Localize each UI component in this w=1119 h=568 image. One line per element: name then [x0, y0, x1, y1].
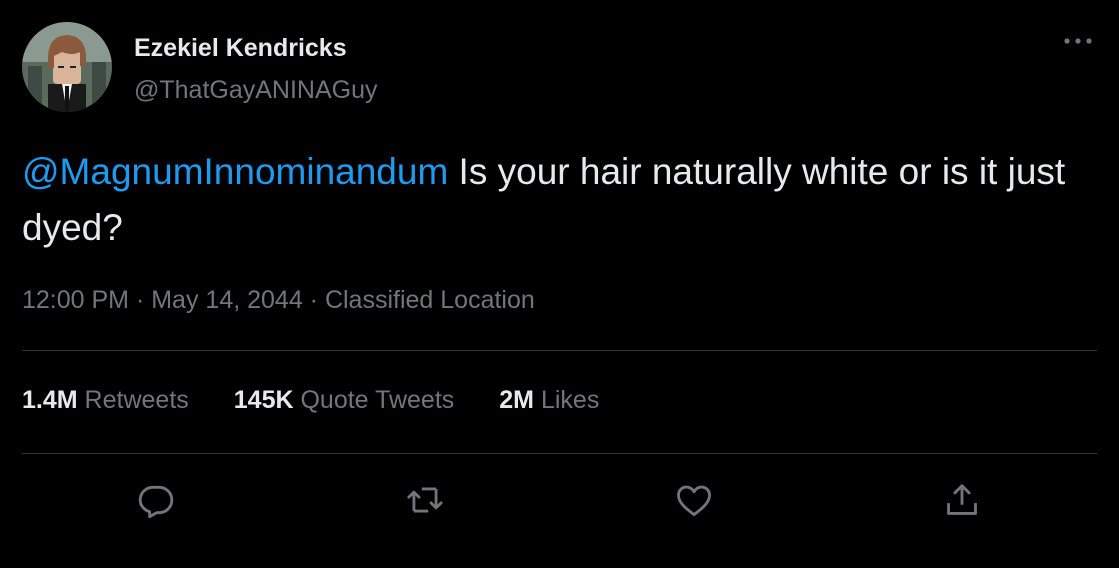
tweet-date[interactable]: May 14, 2044	[151, 286, 303, 314]
avatar-image	[22, 22, 112, 112]
avatar[interactable]	[22, 22, 112, 112]
stat-quote-tweets[interactable]: 145K Quote Tweets	[234, 386, 455, 415]
reply-button[interactable]	[134, 478, 178, 522]
stat-retweets[interactable]: 1.4M Retweets	[22, 386, 189, 415]
like-button[interactable]	[672, 478, 716, 522]
reply-icon	[138, 485, 174, 519]
stat-label: Likes	[540, 386, 600, 414]
author-handle[interactable]: @ThatGayANINAGuy	[134, 76, 378, 105]
mention-link[interactable]: @MagnumInnominandum	[22, 151, 448, 192]
tweet-time[interactable]: 12:00 PM	[22, 286, 129, 314]
stat-label: Quote Tweets	[300, 386, 455, 414]
stat-likes[interactable]: 2M Likes	[499, 386, 599, 415]
tweet-meta: 12:00 PM · May 14, 2044 · Classified Loc…	[22, 286, 535, 315]
stat-label: Retweets	[84, 386, 189, 414]
stat-count: 2M	[499, 386, 535, 414]
share-button[interactable]	[940, 478, 984, 522]
tweet-text: @MagnumInnominandum Is your hair natural…	[22, 144, 1097, 256]
tweet-location: Classified Location	[324, 286, 535, 314]
retweet-button[interactable]	[403, 478, 447, 522]
stat-count: 145K	[233, 386, 294, 414]
share-icon	[947, 484, 977, 515]
more-icon[interactable]	[1058, 30, 1098, 52]
meta-separator: ·	[129, 286, 152, 314]
author-display-name[interactable]: Ezekiel Kendricks	[134, 34, 347, 63]
divider	[22, 453, 1097, 454]
retweet-icon	[407, 487, 443, 513]
tweet-stats: 1.4M Retweets 145K Quote Tweets 2M Likes	[22, 386, 644, 415]
stat-count: 1.4M	[22, 386, 78, 414]
meta-separator: ·	[302, 286, 325, 314]
divider	[22, 350, 1097, 351]
like-icon	[677, 485, 711, 516]
